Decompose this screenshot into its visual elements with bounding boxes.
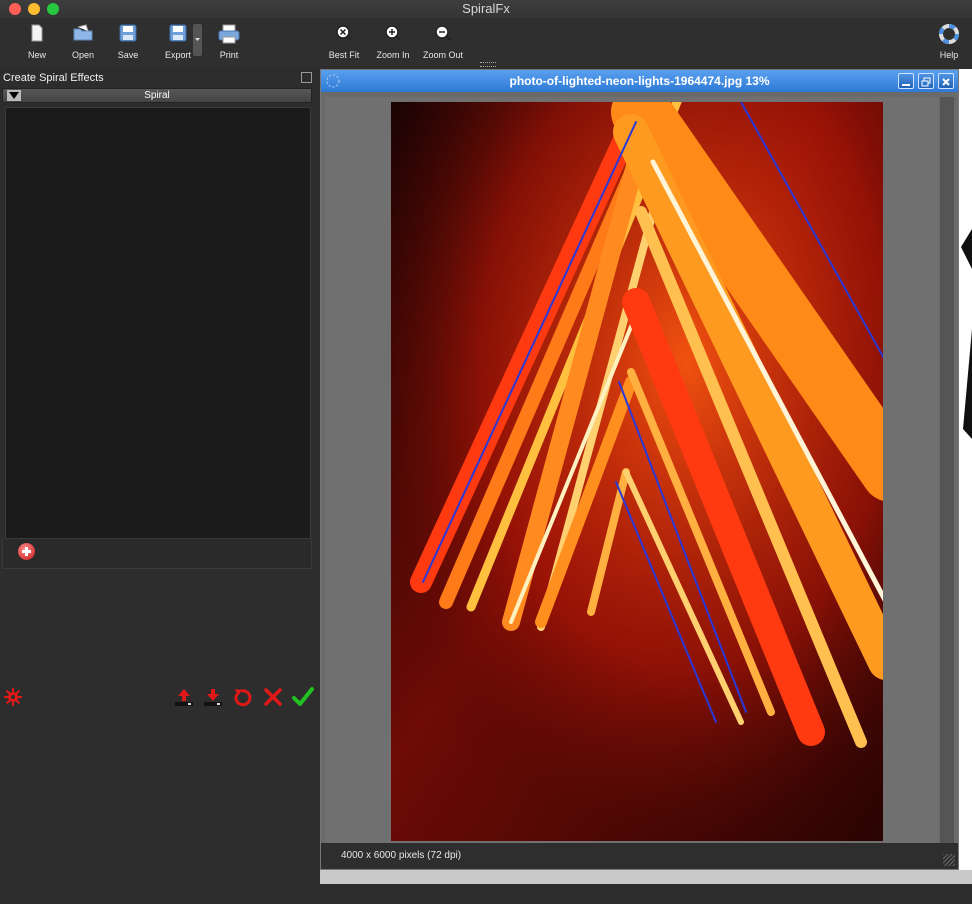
save-button[interactable]: Save [112, 22, 144, 62]
zoom-out-icon [435, 25, 451, 41]
spiral-accordion-header[interactable]: Spiral [2, 88, 312, 103]
accordion-label: Spiral [144, 90, 170, 101]
effects-panel: Create Spiral Effects Spiral [0, 66, 318, 904]
export-label: Export [164, 50, 191, 60]
close-window-button[interactable] [9, 3, 21, 15]
main-toolbar: New Open Save Export Print Best Fit Zoom… [0, 18, 972, 67]
zoom-out-button[interactable]: Zoom Out [420, 22, 466, 62]
export-button[interactable]: Export [162, 22, 194, 62]
apply-icon[interactable] [292, 686, 314, 708]
export-icon [169, 24, 187, 42]
new-button[interactable]: New [22, 22, 52, 62]
best-fit-label: Best Fit [328, 50, 360, 60]
print-button[interactable]: Print [213, 22, 245, 62]
document-title: photo-of-lighted-neon-lights-1964474.jpg… [509, 74, 770, 88]
doc-minimize-button[interactable] [898, 73, 914, 89]
save-icon [119, 24, 137, 42]
close-icon [942, 78, 950, 86]
best-fit-button[interactable]: Best Fit [326, 22, 362, 62]
new-icon [31, 24, 43, 42]
collapse-arrow-icon[interactable] [7, 90, 21, 101]
panel-title: Create Spiral Effects [3, 72, 104, 84]
upload-icon[interactable] [173, 686, 195, 708]
zoom-in-button[interactable]: Zoom In [374, 22, 412, 62]
neon-lights-photo [391, 102, 883, 841]
horizontal-scrollbar[interactable] [320, 870, 972, 884]
gear-icon[interactable] [2, 686, 24, 708]
minimize-icon [902, 84, 910, 86]
download-icon[interactable] [202, 686, 224, 708]
cancel-icon[interactable] [262, 686, 284, 708]
document-menu-icon[interactable] [325, 73, 341, 89]
open-button[interactable]: Open [66, 22, 100, 62]
image-dimensions-text: 4000 x 6000 pixels (72 dpi) [341, 850, 462, 861]
reset-icon[interactable] [232, 686, 254, 708]
maximize-window-button[interactable] [47, 3, 59, 15]
image-canvas[interactable] [325, 97, 939, 843]
zoom-out-label: Zoom Out [422, 50, 463, 60]
help-icon [939, 24, 959, 44]
save-label: Save [117, 50, 139, 60]
toolbar-splitter-grip[interactable] [480, 62, 496, 67]
bottom-bar [0, 884, 972, 904]
open-icon [73, 24, 93, 41]
chevron-down-icon [195, 38, 200, 41]
restore-icon [921, 77, 931, 87]
minimize-window-button[interactable] [28, 3, 40, 15]
add-effect-area [2, 539, 312, 569]
print-label: Print [219, 50, 239, 60]
effects-list[interactable] [5, 107, 311, 539]
export-dropdown[interactable] [193, 24, 202, 56]
help-label: Help [939, 50, 959, 60]
resize-grip[interactable] [943, 854, 955, 866]
zoom-in-icon [385, 25, 401, 41]
zoom-in-label: Zoom In [376, 50, 410, 60]
background-image-strip [959, 69, 972, 870]
doc-close-button[interactable] [938, 73, 954, 89]
add-effect-button[interactable] [18, 543, 35, 560]
panel-float-button[interactable] [301, 72, 312, 83]
new-label: New [27, 50, 46, 60]
vertical-scrollbar[interactable] [940, 97, 954, 843]
window-titlebar: SpiralFx [0, 0, 972, 18]
document-window: photo-of-lighted-neon-lights-1964474.jpg… [320, 69, 959, 870]
best-fit-icon [336, 25, 352, 41]
document-titlebar[interactable]: photo-of-lighted-neon-lights-1964474.jpg… [321, 70, 958, 92]
open-label: Open [71, 50, 95, 60]
doc-restore-button[interactable] [918, 73, 934, 89]
help-button[interactable]: Help [934, 22, 964, 62]
document-statusbar: 4000 x 6000 pixels (72 dpi) [321, 843, 958, 869]
print-icon [218, 24, 240, 44]
background-shape [961, 229, 972, 439]
app-title: SpiralFx [462, 1, 510, 16]
